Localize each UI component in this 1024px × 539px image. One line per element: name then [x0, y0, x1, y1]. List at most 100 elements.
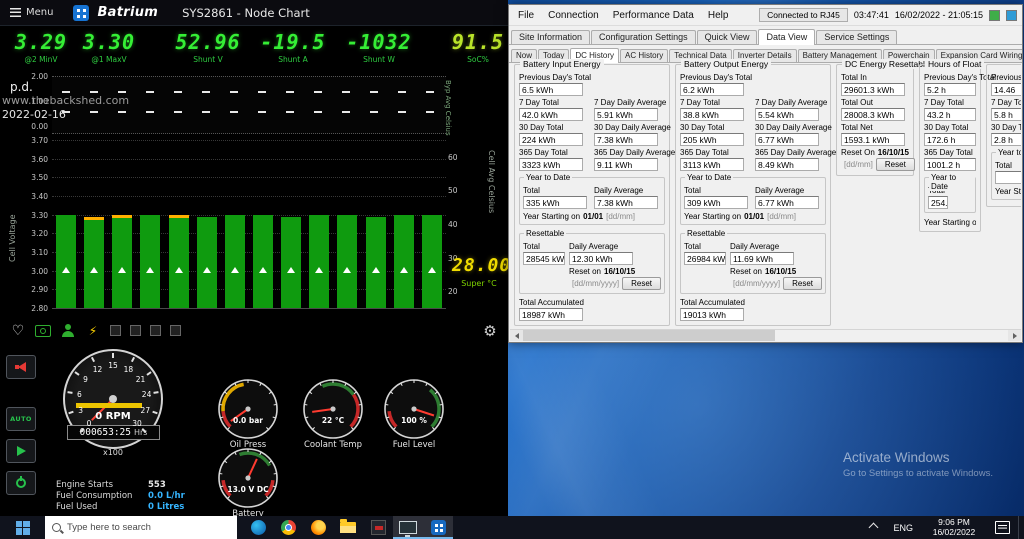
field-value[interactable]: 1001.2 h — [924, 158, 976, 171]
tab-data-view[interactable]: Data View — [758, 29, 815, 45]
show-desktop-button[interactable] — [1018, 516, 1024, 539]
field-value[interactable]: 5.91 kWh — [594, 108, 658, 121]
action-center-button[interactable] — [987, 516, 1018, 539]
hamburger-icon — [10, 8, 21, 17]
field-daily-average: Daily Average12.30 kWh — [569, 242, 661, 265]
bypass-mark — [342, 111, 350, 113]
reset-button[interactable]: Reset — [622, 277, 661, 290]
language-indicator[interactable]: ENG — [885, 516, 921, 539]
field-value[interactable]: 9.11 kWh — [594, 158, 658, 171]
field-value[interactable]: 6.5 kWh — [519, 83, 583, 96]
taskbar-firefox-icon[interactable] — [303, 516, 333, 539]
auto-mode-button[interactable]: AUTO — [6, 407, 36, 431]
field-value[interactable]: 5.2 h — [924, 83, 976, 96]
tach-number: 21 — [133, 375, 149, 384]
menu-file[interactable]: File — [511, 8, 541, 23]
taskbar-engine-monitor-icon[interactable] — [393, 516, 423, 539]
field-value[interactable]: 14.46 — [991, 83, 1021, 96]
scroll-thumb[interactable] — [523, 330, 775, 341]
field-value[interactable]: 5.54 kWh — [755, 108, 819, 121]
window-button-blue[interactable] — [1006, 10, 1017, 21]
field-value[interactable]: 28008.3 kWh — [841, 108, 905, 121]
camera-icon[interactable] — [35, 322, 51, 340]
field-value[interactable]: 1593.1 kWh — [841, 133, 905, 146]
taskbar-batrium-watchmon-icon[interactable] — [423, 516, 453, 539]
clock[interactable]: 9:06 PM 16/02/2022 — [921, 518, 987, 537]
field-label: Total Net — [841, 123, 915, 132]
field-value[interactable]: 18987 kWh — [519, 308, 583, 321]
field-value[interactable]: 7.38 kWh — [594, 133, 658, 146]
menu-connection[interactable]: Connection — [541, 8, 606, 23]
field-value[interactable]: 172.6 h — [924, 133, 976, 146]
field-value[interactable]: 3323 kWh — [519, 158, 583, 171]
start-button[interactable] — [6, 439, 36, 463]
horizontal-scrollbar[interactable] — [510, 329, 1021, 341]
power-button[interactable] — [6, 471, 36, 495]
alarm-mute-button[interactable] — [6, 355, 36, 379]
tab-service-settings[interactable]: Service Settings — [816, 30, 897, 44]
window-button-green[interactable] — [989, 10, 1000, 21]
field-value[interactable]: 7.38 kWh — [594, 196, 658, 209]
field-value[interactable]: 8.49 kWh — [755, 158, 819, 171]
search-box[interactable]: Type here to search — [45, 516, 237, 539]
taskbar-edge-icon[interactable] — [243, 516, 273, 539]
field-value[interactable]: 3113 kWh — [680, 158, 744, 171]
field-value[interactable]: 28545 kWh — [523, 252, 565, 265]
field-value[interactable]: 42.0 kWh — [519, 108, 583, 121]
tab-quick-view[interactable]: Quick View — [697, 30, 758, 44]
field-value[interactable]: 6.2 kWh — [680, 83, 744, 96]
field-value[interactable]: 11.69 kWh — [730, 252, 794, 265]
menubar: FileConnectionPerformance DataHelp Conne… — [509, 5, 1022, 26]
metric-value: -1032 — [332, 30, 426, 54]
tray-overflow-button[interactable] — [862, 516, 885, 539]
heart-icon[interactable]: ♡ — [10, 322, 26, 340]
taskbar-dse-app-icon[interactable] — [363, 516, 393, 539]
fields: Previous Day's Total5.2 h7 Day Total43.2… — [924, 73, 976, 227]
bolt-icon[interactable]: ⚡ — [85, 322, 101, 340]
taskbar-chrome-icon[interactable] — [273, 516, 303, 539]
menu-help[interactable]: Help — [701, 8, 736, 23]
square-icon[interactable] — [170, 325, 181, 336]
square-icon[interactable] — [130, 325, 141, 336]
menu-button[interactable]: Menu — [6, 5, 57, 20]
bypass-mark — [370, 91, 378, 93]
scroll-track[interactable] — [523, 330, 1008, 341]
field-value[interactable]: 254.3 h — [928, 196, 948, 209]
scroll-left-arrow[interactable] — [510, 330, 523, 341]
field-value[interactable]: 5.8 h — [991, 108, 1021, 121]
metric-shunt-v: 52.96Shunt V — [164, 30, 252, 64]
connection-status-button[interactable]: Connected to RJ45 — [759, 8, 848, 22]
field-value[interactable]: 6.77 kWh — [755, 196, 819, 209]
tray-date: 16/02/2022 — [923, 528, 985, 538]
field-value[interactable]: 19013 kWh — [680, 308, 744, 321]
field-value[interactable]: 335 kWh — [523, 196, 587, 209]
reset-button[interactable]: Reset — [783, 277, 822, 290]
gauge-reading: 22 °C — [301, 416, 365, 425]
gridline — [52, 140, 446, 141]
field-value[interactable]: 224 kWh — [519, 133, 583, 146]
square-icon[interactable] — [150, 325, 161, 336]
square-icon[interactable] — [110, 325, 121, 336]
start-button[interactable] — [0, 516, 45, 539]
scroll-right-arrow[interactable] — [1008, 330, 1021, 341]
field-value[interactable]: 6.77 kWh — [755, 133, 819, 146]
y-tick-label: 3.40 — [22, 192, 48, 201]
field-value[interactable] — [995, 171, 1021, 184]
field-value[interactable]: 26984 kWh — [684, 252, 726, 265]
field-value[interactable]: 38.8 kWh — [680, 108, 744, 121]
field-total: Total28545 kWh — [523, 242, 565, 265]
gear-icon[interactable]: ⚙ — [482, 322, 498, 340]
field-value[interactable]: 205 kWh — [680, 133, 744, 146]
user-icon[interactable] — [60, 322, 76, 340]
menu-performance-data[interactable]: Performance Data — [606, 8, 701, 23]
tab-configuration-settings[interactable]: Configuration Settings — [591, 30, 696, 44]
field-value[interactable]: 2.8 h — [991, 133, 1021, 146]
reset-button[interactable]: Reset — [876, 158, 915, 171]
strip-right-axis-label: Byp Avg Celsius — [444, 80, 452, 136]
field-value[interactable]: 12.30 kWh — [569, 252, 633, 265]
taskbar-file-explorer-icon[interactable] — [333, 516, 363, 539]
field-value[interactable]: 29601.3 kWh — [841, 83, 905, 96]
field-value[interactable]: 43.2 h — [924, 108, 976, 121]
tab-site-information[interactable]: Site Information — [511, 30, 590, 44]
field-value[interactable]: 309 kWh — [684, 196, 748, 209]
